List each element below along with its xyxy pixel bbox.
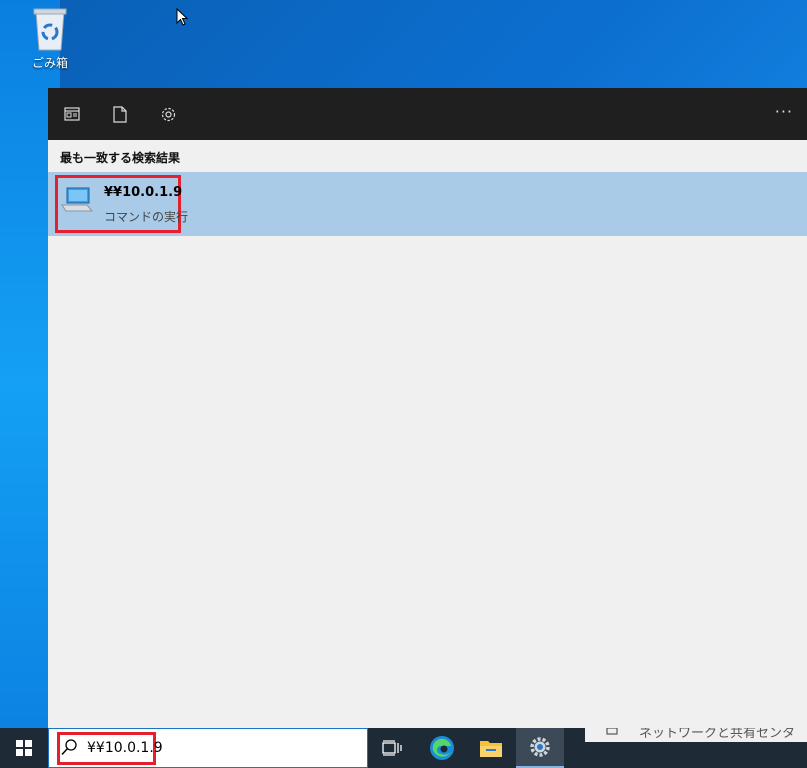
- recycle-bin[interactable]: ごみ箱: [22, 6, 78, 76]
- network-tooltip-peek: ネットワークと共有センター: [585, 728, 807, 742]
- more-options-button[interactable]: ···: [775, 102, 793, 121]
- task-view-icon: [382, 740, 402, 756]
- windows-logo-icon: [16, 740, 32, 756]
- recycle-bin-icon: [33, 8, 67, 51]
- gear-icon: [161, 107, 175, 121]
- network-hint-label: ネットワークと共有センター: [639, 728, 796, 741]
- best-match-subtitle: コマンドの実行: [104, 210, 189, 224]
- settings-filter-button[interactable]: [156, 102, 180, 126]
- apps-filter-button[interactable]: [60, 102, 84, 126]
- edge-button[interactable]: [418, 728, 466, 768]
- best-match-heading: 最も一致する検索結果: [60, 151, 181, 165]
- app-icon: [64, 107, 80, 121]
- best-match-title: ¥¥10.0.1.9: [104, 185, 183, 200]
- search-icon: [61, 739, 77, 756]
- computer-icon: [61, 187, 94, 212]
- search-results-panel: ··· 最も一致する検索結果 ¥¥10.0.1.9 コマンドの実行: [48, 88, 807, 728]
- mouse-cursor-icon: [176, 8, 188, 26]
- task-view-button[interactable]: [368, 728, 416, 768]
- search-panel-toolbar: ···: [48, 88, 807, 140]
- network-icon: [606, 728, 618, 735]
- documents-filter-button[interactable]: [108, 102, 132, 126]
- settings-icon: [530, 737, 550, 757]
- settings-taskbar-button[interactable]: [516, 728, 564, 768]
- edge-icon: [430, 736, 454, 760]
- best-match-result[interactable]: ¥¥10.0.1.9 コマンドの実行: [48, 172, 807, 236]
- taskbar: ¥¥10.0.1.9 ネットワークと共有センタ: [0, 728, 807, 768]
- file-explorer-button[interactable]: [467, 728, 515, 768]
- start-button[interactable]: [0, 728, 48, 768]
- document-icon: [113, 105, 127, 123]
- recycle-bin-label: ごみ箱: [31, 56, 68, 70]
- search-input[interactable]: ¥¥10.0.1.9: [87, 740, 163, 756]
- file-explorer-icon: [480, 741, 502, 757]
- taskbar-search-box[interactable]: ¥¥10.0.1.9: [48, 728, 368, 768]
- desktop: ごみ箱 ··· 最も一致する検索結果 ¥¥10.0.1.9 コマンドの実行 ¥¥…: [0, 0, 807, 768]
